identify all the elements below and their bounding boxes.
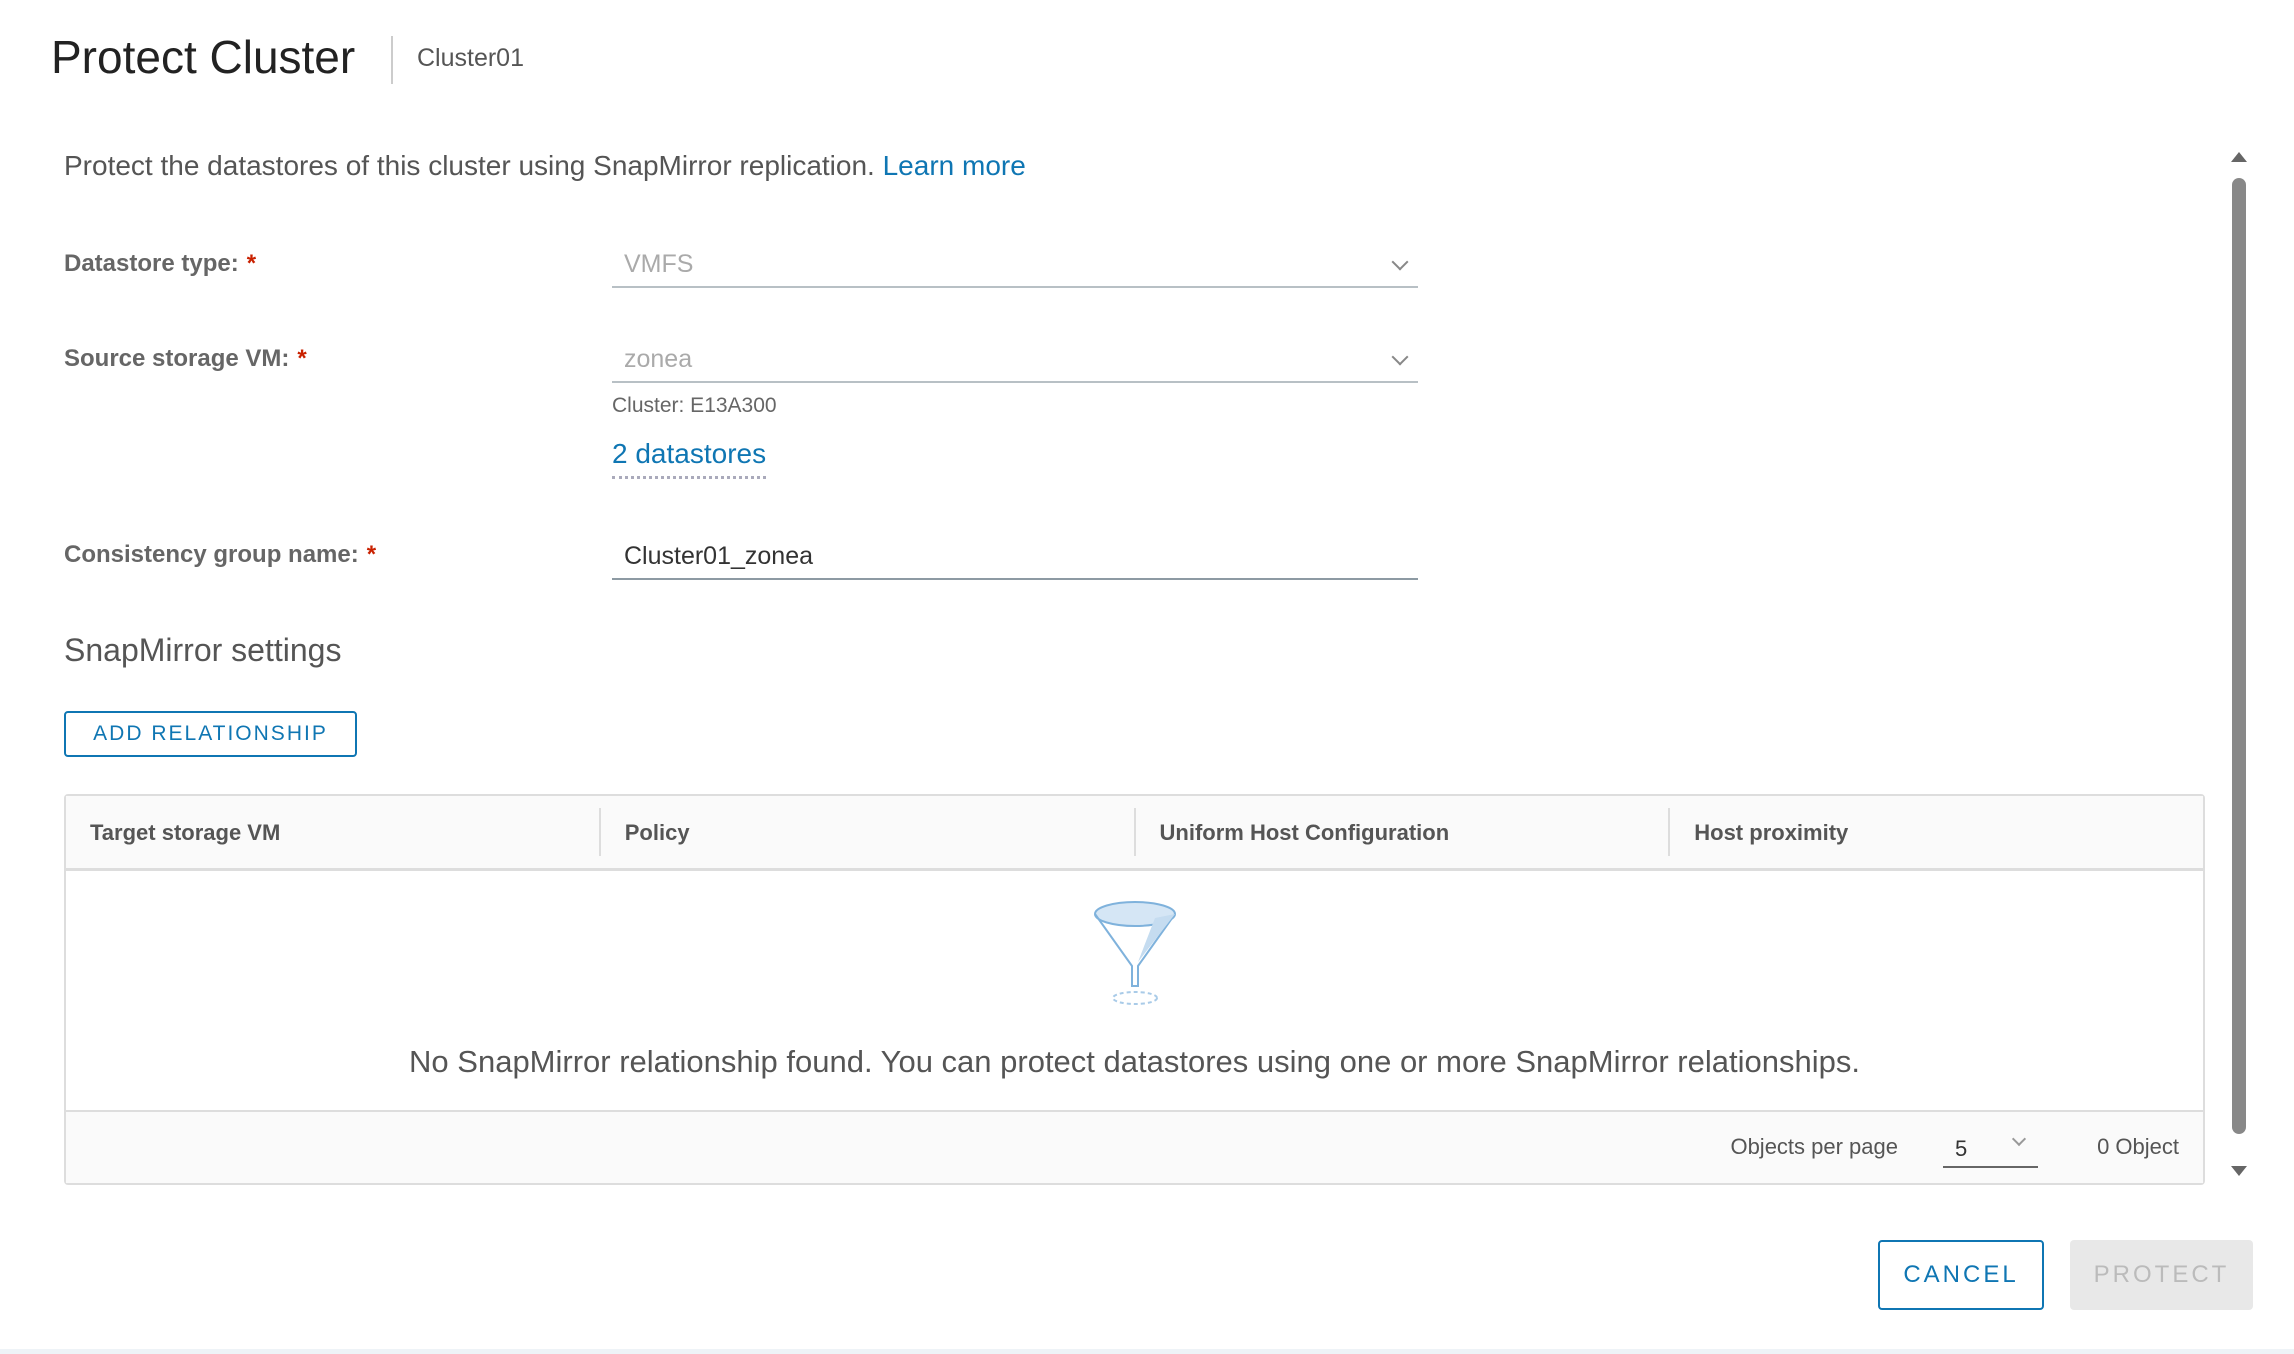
column-host-proximity[interactable]: Host proximity [1668,808,2203,856]
select-value: zonea [624,345,693,373]
required-marker: * [246,250,257,277]
table-footer: Objects per page 5 0 Object [66,1110,2203,1183]
chevron-down-icon [1391,348,1409,366]
cluster-hint: Cluster: E13A300 [612,394,777,417]
scroll-up-arrow-icon[interactable] [2231,152,2247,162]
dialog-bottom-edge [0,1349,2294,1354]
description: Protect the datastores of this cluster u… [64,150,1026,182]
cancel-button[interactable]: CANCEL [1878,1240,2044,1310]
label-text: Consistency group name: [64,541,359,568]
description-text: Protect the datastores of this cluster u… [64,150,875,181]
scroll-down-arrow-icon[interactable] [2231,1166,2247,1176]
column-policy[interactable]: Policy [598,808,1134,856]
datastore-type-label: Datastore type: * [64,250,256,278]
title-divider [391,36,393,84]
consistency-group-input[interactable]: Cluster01_zonea [612,536,1418,580]
funnel-icon [66,896,2203,1011]
dialog-title: Protect Cluster [51,31,356,83]
required-marker: * [366,541,377,568]
table-header: Target storage VM Policy Uniform Host Co… [66,796,2203,871]
empty-message: No SnapMirror relationship found. You ca… [409,1044,1860,1079]
consistency-group-label: Consistency group name: * [64,541,376,569]
protect-button[interactable]: PROTECT [2070,1240,2253,1310]
select-value: 5 [1955,1136,1968,1161]
relationships-table: Target storage VM Policy Uniform Host Co… [64,794,2205,1185]
object-count: 0 Object [2097,1134,2179,1159]
datastore-type-select[interactable]: VMFS [612,244,1418,288]
column-target-storage-vm[interactable]: Target storage VM [66,796,599,868]
datastores-link[interactable]: 2 datastores [612,438,767,479]
column-uniform-host-configuration[interactable]: Uniform Host Configuration [1133,808,1669,856]
objects-per-page-label: Objects per page [1730,1134,1898,1159]
label-text: Datastore type: [64,250,239,277]
dialog-subtitle: Cluster01 [417,44,524,72]
chevron-down-icon [2011,1131,2027,1147]
required-marker: * [297,345,307,372]
source-storage-vm-label: Source storage VM: * [64,345,307,373]
learn-more-link[interactable]: Learn more [883,150,1026,181]
vertical-scrollbar[interactable] [2227,146,2250,1182]
scrollbar-thumb[interactable] [2232,178,2246,1134]
add-relationship-button[interactable]: ADD RELATIONSHIP [64,711,357,757]
label-text: Source storage VM: [64,345,290,372]
select-value: VMFS [624,250,694,278]
chevron-down-icon [1391,253,1409,271]
source-storage-vm-select[interactable]: zonea [612,339,1418,383]
objects-per-page-select[interactable]: 5 [1943,1124,2038,1168]
snapmirror-settings-heading: SnapMirror settings [64,632,342,668]
